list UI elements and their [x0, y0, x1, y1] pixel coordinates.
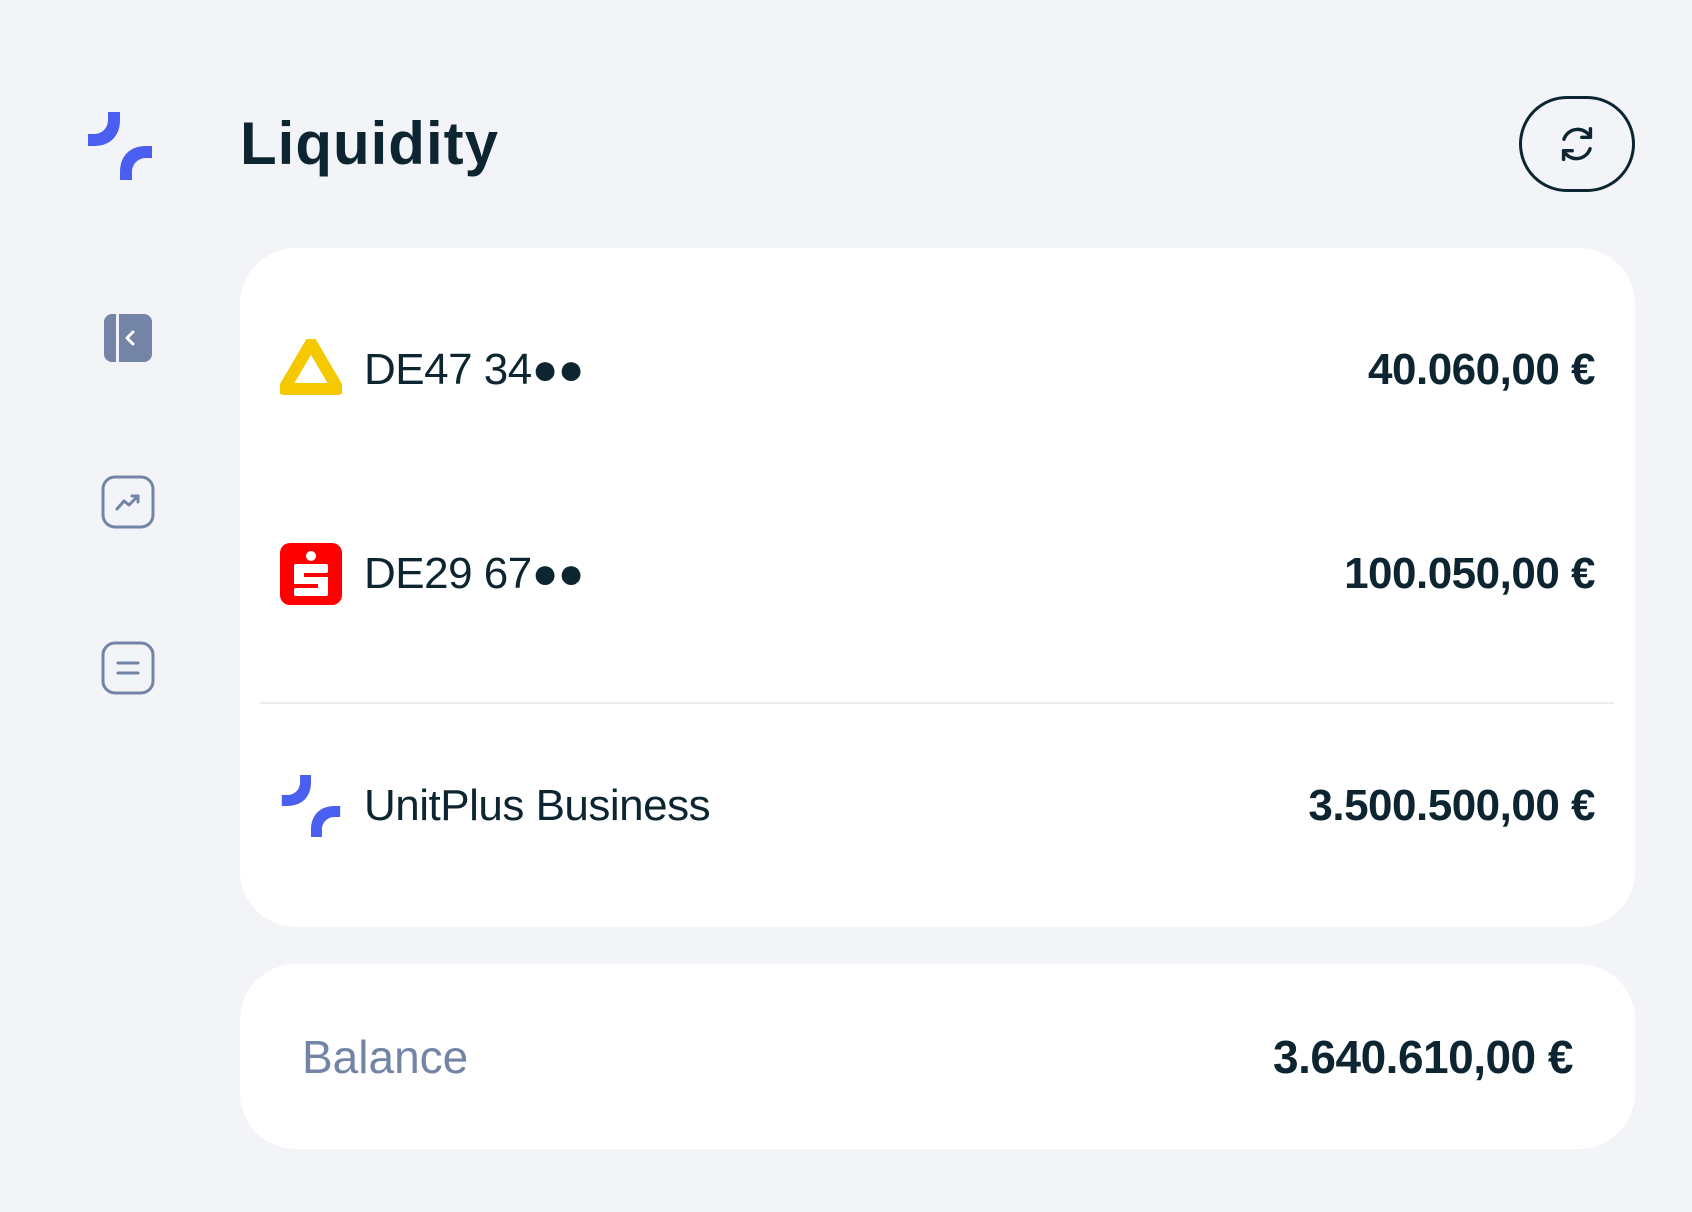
liquidity-screen: Liquidity DE47 34●● 40.060,00 € DE29 67●…: [0, 0, 1692, 1212]
account-row-2[interactable]: DE29 67●● 100.050,00 €: [280, 524, 1595, 624]
account-amount: 100.050,00 €: [1344, 549, 1595, 598]
refresh-icon: [1561, 126, 1593, 162]
balance-amount: 3.640.610,00 €: [1273, 1030, 1573, 1083]
refresh-button[interactable]: [1519, 96, 1635, 192]
account-name: DE47 34●●: [364, 345, 584, 394]
nav-analytics-button[interactable]: [100, 474, 156, 530]
unitplus-logo-icon: [281, 775, 341, 837]
list-icon: [101, 641, 155, 695]
sidebar-collapse-button[interactable]: [100, 310, 156, 366]
account-name: UnitPlus Business: [364, 781, 711, 830]
account-amount: 40.060,00 €: [1368, 345, 1595, 394]
account-row-1[interactable]: DE47 34●● 40.060,00 €: [280, 320, 1595, 420]
page-title: Liquidity: [240, 110, 499, 177]
account-name: DE29 67●●: [364, 549, 584, 598]
account-row-3[interactable]: UnitPlus Business 3.500.500,00 €: [280, 756, 1595, 856]
sparkasse-logo-icon: [280, 543, 342, 605]
divider: [260, 702, 1614, 704]
nav-list-button[interactable]: [100, 640, 156, 696]
commerzbank-logo-icon: [280, 339, 342, 395]
balance-label: Balance: [302, 1030, 469, 1083]
unitplus-logo-icon: [88, 112, 152, 180]
trending-up-icon: [101, 475, 155, 529]
sidebar-collapse-icon: [104, 314, 152, 362]
balance-card: Balance 3.640.610,00 €: [240, 964, 1635, 1149]
account-amount: 3.500.500,00 €: [1308, 781, 1595, 830]
